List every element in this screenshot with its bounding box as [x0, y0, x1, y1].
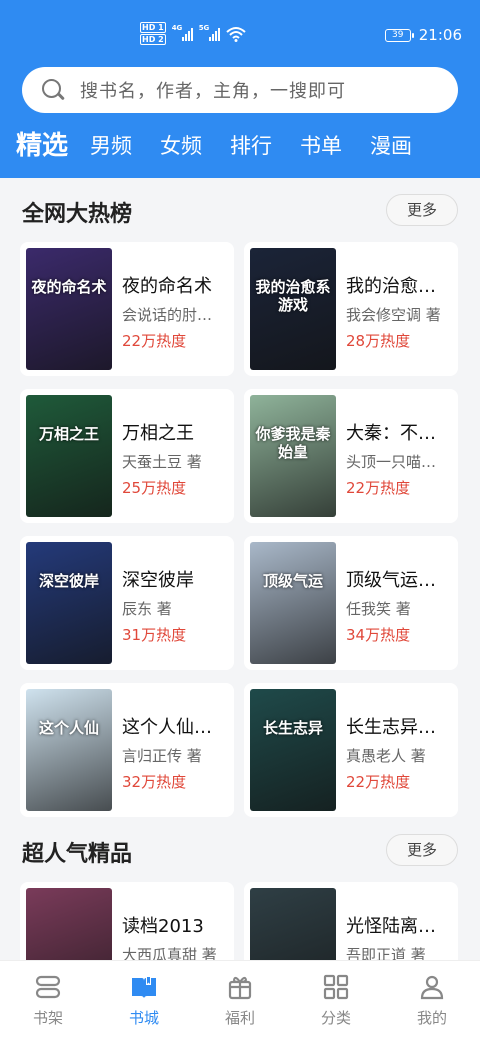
grid-icon	[323, 974, 349, 1000]
section-title-popular: 超人气精品	[22, 842, 133, 867]
network-type-1: 4G	[171, 23, 183, 32]
book-title: 这个人仙…	[122, 717, 212, 738]
book-card[interactable]: 我的治愈系游戏 我的治愈… 我会修空调 著 28万热度	[244, 242, 458, 376]
book-title: 大秦：不…	[346, 423, 436, 444]
tab-booklist[interactable]: 书单	[300, 128, 342, 168]
user-icon	[420, 975, 444, 1000]
cover-title-text: 深空彼岸	[38, 572, 99, 590]
nav-category-label: 分类	[320, 1009, 351, 1027]
book-title: 深空彼岸	[122, 570, 194, 591]
tab-featured[interactable]: 精选	[16, 128, 68, 168]
sim1-label: HD 1	[140, 22, 166, 33]
book-heat: 22万热度	[122, 332, 187, 350]
book-title: 夜的命名术	[122, 276, 212, 297]
header: HD 1 HD 2 4G 5G 39 21:06 搜书名，作者，主角，一搜即可 …	[0, 0, 480, 178]
book-heat: 32万热度	[122, 773, 187, 791]
book-title: 长生志异…	[346, 717, 436, 738]
bookshelf-icon	[35, 975, 61, 999]
wifi-icon	[226, 26, 246, 42]
book-author: 辰东 著	[122, 600, 172, 618]
cover-title-text: 顶级气运	[262, 572, 323, 590]
book-card[interactable]: 顶级气运 顶级气运… 任我笑 著 34万热度	[244, 536, 458, 670]
status-right: 39 21:06	[384, 26, 462, 44]
nav-profile[interactable]: 我的	[384, 961, 480, 1040]
book-cover: 长生志异	[250, 689, 336, 811]
book-cover: 深空彼岸	[26, 542, 112, 664]
book-author: 会说话的肘…	[122, 306, 213, 324]
search-placeholder: 搜书名，作者，主角，一搜即可	[80, 81, 346, 102]
cover-title-text: 这个人仙	[38, 719, 99, 737]
book-heat: 22万热度	[346, 773, 411, 791]
category-tabs: 精选 男频 女频 排行 书单 漫画	[16, 128, 440, 168]
book-author: 任我笑 著	[346, 600, 411, 618]
gift-icon	[228, 976, 252, 1000]
book-heat: 34万热度	[346, 626, 411, 644]
nav-bookstore[interactable]: 书城	[96, 961, 192, 1040]
book-title: 我的治愈…	[346, 276, 436, 297]
tab-comics[interactable]: 漫画	[370, 128, 412, 168]
cover-title-text: 长生志异	[262, 719, 323, 737]
book-heat: 28万热度	[346, 332, 411, 350]
book-author: 真愚老人 著	[346, 747, 426, 765]
nav-profile-label: 我的	[416, 1009, 447, 1027]
sim2-label: HD 2	[140, 34, 166, 45]
book-author: 头顶一只喵…	[346, 453, 437, 471]
cover-title-text: 万相之王	[38, 425, 99, 443]
book-title: 顶级气运…	[346, 570, 436, 591]
book-heat: 22万热度	[346, 479, 411, 497]
book-card[interactable]: 长生志异 长生志异… 真愚老人 著 22万热度	[244, 683, 458, 817]
nav-category[interactable]: 分类	[288, 961, 384, 1040]
network-indicators: HD 1 HD 2 4G 5G	[140, 22, 246, 45]
book-card[interactable]: 你爹我是秦始皇 大秦：不… 头顶一只喵… 22万热度	[244, 389, 458, 523]
book-cover: 顶级气运	[250, 542, 336, 664]
network-type-2: 5G	[198, 23, 210, 32]
book-card[interactable]: 万相之王 万相之王天蚕土豆 著 25万热度	[20, 389, 234, 523]
book-title: 光怪陆离…	[346, 916, 436, 937]
sim-indicator: HD 1 HD 2	[140, 22, 166, 45]
nav-bookstore-label: 书城	[128, 1009, 159, 1027]
status-bar: HD 1 HD 2 4G 5G 39 21:06	[0, 0, 480, 62]
book-author: 天蚕土豆 著	[122, 453, 202, 471]
book-card[interactable]: 夜的命名术 夜的命名术 会说话的肘… 22万热度	[20, 242, 234, 376]
clock: 21:06	[418, 26, 462, 44]
book-title: 万相之王	[122, 423, 194, 444]
book-author: 言归正传 著	[122, 747, 202, 765]
cover-title-text: 我的治愈系游戏	[255, 278, 331, 314]
tab-male[interactable]: 男频	[90, 128, 132, 168]
book-card[interactable]: 这个人仙 这个人仙… 言归正传 著 32万热度	[20, 683, 234, 817]
nav-bookshelf-label: 书架	[32, 1009, 63, 1027]
more-button-popular[interactable]: 更多	[386, 834, 458, 866]
book-open-icon	[132, 977, 156, 998]
book-title: 读档2013	[122, 916, 204, 937]
tab-ranking[interactable]: 排行	[230, 128, 272, 168]
cover-title-text: 夜的命名术	[31, 278, 107, 296]
book-cover: 万相之王	[26, 395, 112, 517]
bottom-nav: 书架 书城 福利 分类 我的	[0, 960, 480, 1040]
nav-bookshelf[interactable]: 书架	[0, 961, 96, 1040]
signal-icon-2: 5G	[198, 23, 220, 41]
nav-welfare[interactable]: 福利	[192, 961, 288, 1040]
book-author: 我会修空调 著	[346, 306, 441, 324]
book-cover: 我的治愈系游戏	[250, 248, 336, 370]
book-heat: 31万热度	[122, 626, 187, 644]
book-card[interactable]: 深空彼岸 深空彼岸辰东 著 31万热度	[20, 536, 234, 670]
nav-welfare-label: 福利	[224, 1009, 255, 1027]
tab-female[interactable]: 女频	[160, 128, 202, 168]
battery-icon: 39	[384, 28, 414, 42]
section-title-hot: 全网大热榜	[22, 202, 133, 227]
signal-icon: 4G	[171, 23, 193, 41]
more-button-hot[interactable]: 更多	[386, 194, 458, 226]
book-cover: 夜的命名术	[26, 248, 112, 370]
search-bar[interactable]: 搜书名，作者，主角，一搜即可	[22, 67, 458, 113]
book-heat: 25万热度	[122, 479, 187, 497]
book-cover: 你爹我是秦始皇	[250, 395, 336, 517]
book-cover: 这个人仙	[26, 689, 112, 811]
search-icon	[40, 77, 66, 103]
cover-title-text: 你爹我是秦始皇	[255, 425, 331, 461]
